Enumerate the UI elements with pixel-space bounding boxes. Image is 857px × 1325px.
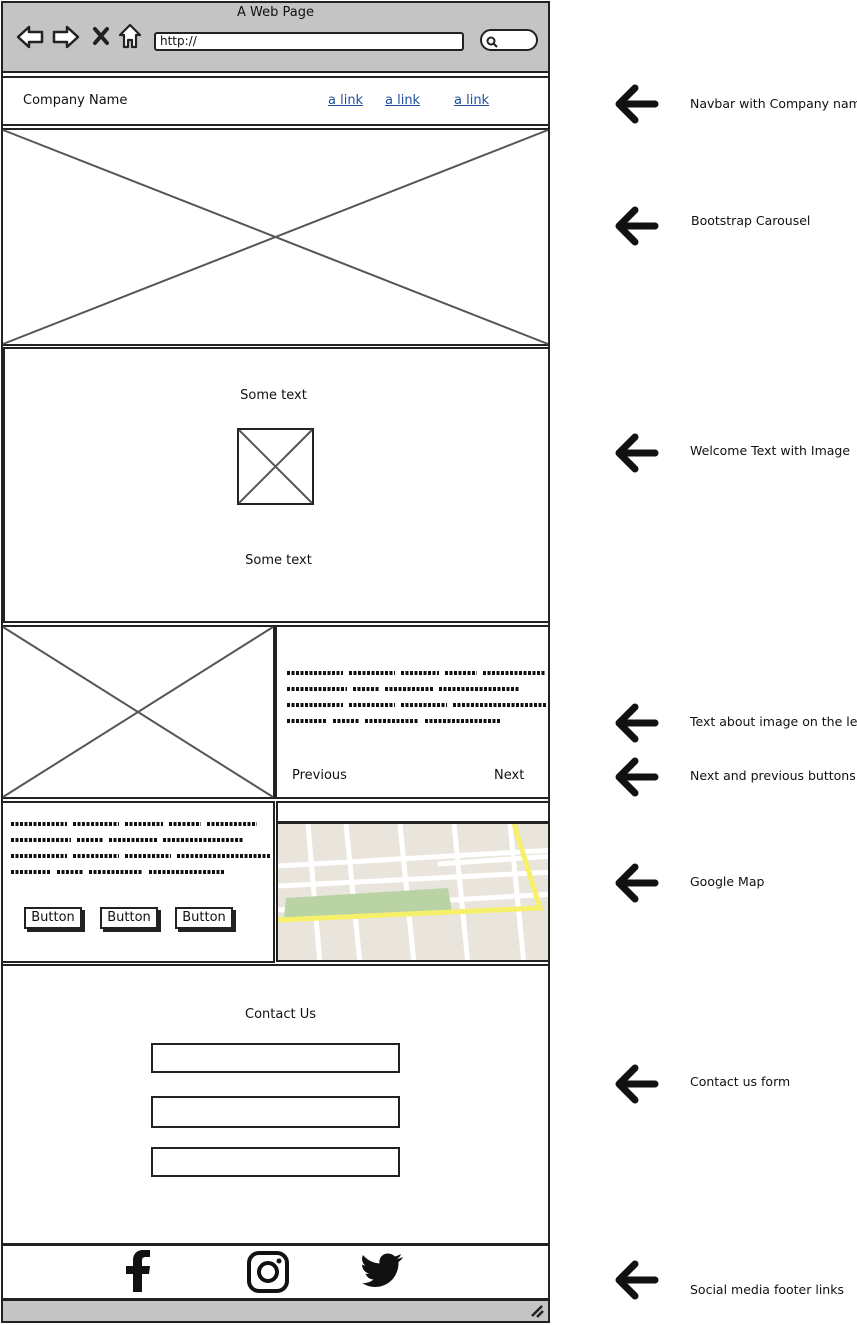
annotation-carousel: Bootstrap Carousel [691,213,811,228]
contact-field-3[interactable] [151,1147,400,1177]
panel-button-2[interactable]: Button [100,907,158,929]
arrow-left-icon [615,703,659,743]
google-map[interactable] [276,822,550,962]
facebook-icon[interactable] [125,1250,151,1292]
about-text-scribble [287,671,547,723]
twitter-icon[interactable] [362,1253,404,1289]
search-icon [486,36,498,48]
resize-grip-icon[interactable] [530,1304,544,1318]
annotation-about: Text about image on the left [690,714,857,729]
browser-search-field[interactable] [480,29,538,51]
arrow-left-icon [615,84,659,124]
welcome-image-placeholder [237,428,314,505]
back-icon[interactable] [16,25,44,49]
browser-status-bar [1,1299,550,1323]
panel-button-3[interactable]: Button [175,907,233,929]
home-icon[interactable] [118,23,142,49]
arrow-left-icon [615,433,659,473]
url-input[interactable]: http:// [154,32,464,51]
nav-link-2[interactable]: a link [385,93,420,108]
welcome-text-top: Some text [240,388,307,403]
contact-field-2[interactable] [151,1096,400,1128]
annotation-next-prev: Next and previous buttons [690,768,856,783]
image-placeholder-cross [238,429,313,504]
next-button[interactable]: Next [494,768,524,783]
arrow-left-icon [615,757,659,797]
close-icon[interactable] [92,26,110,46]
annotation-navbar: Navbar with Company name [690,96,857,111]
window-title: A Web Page [237,5,314,20]
previous-button[interactable]: Previous [292,768,347,783]
about-image-cross [2,626,274,798]
map-header-bar [276,801,550,823]
forward-icon[interactable] [52,25,80,49]
company-name[interactable]: Company Name [23,93,127,108]
panel-button-1[interactable]: Button [24,907,82,929]
arrow-left-icon [615,1064,659,1104]
nav-link-3[interactable]: a link [454,93,489,108]
annotation-welcome: Welcome Text with Image [690,443,851,458]
map-graphic [278,824,548,960]
contact-title: Contact Us [245,1007,316,1022]
carousel[interactable] [1,128,550,346]
arrow-left-icon [615,863,659,903]
about-image-placeholder [1,625,275,799]
annotation-contact: Contact us form [690,1074,791,1089]
annotation-social: Social media footer links [690,1282,844,1297]
instagram-icon[interactable] [247,1251,289,1293]
contact-field-1[interactable] [151,1043,400,1073]
welcome-text-bottom: Some text [245,553,312,568]
carousel-image-placeholder [2,129,549,345]
buttons-panel-text-scribble [11,822,271,874]
annotation-map: Google Map [690,874,765,889]
nav-link-1[interactable]: a link [328,93,363,108]
arrow-left-icon [615,206,659,246]
arrow-left-icon [615,1260,659,1300]
